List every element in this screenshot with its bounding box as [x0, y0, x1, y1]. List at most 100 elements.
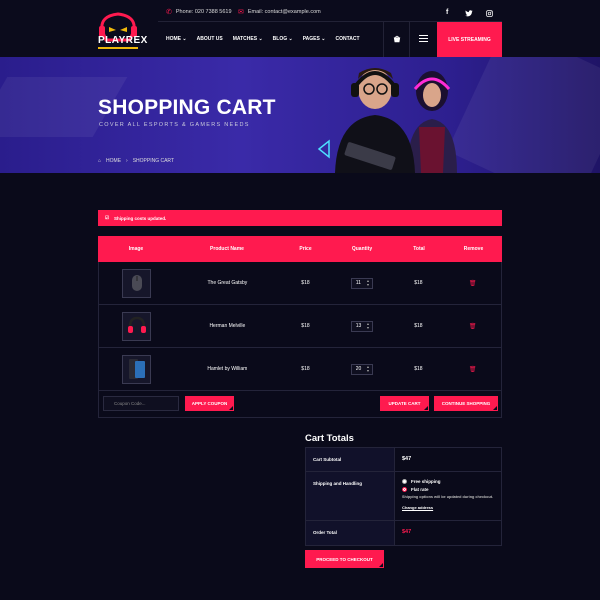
trash-icon[interactable]: 🗑	[469, 323, 477, 330]
nav-divider	[409, 22, 410, 57]
site-header: PLAYREX ✆ Phone: 020 7388 5619 ✉ Email: …	[0, 0, 600, 57]
chevron-down-icon: ⌄	[321, 36, 326, 42]
nav-home[interactable]: HOME ⌄	[166, 36, 187, 42]
chevron-down-icon: ⌄	[182, 36, 187, 42]
breadcrumb: ⌂ HOME › SHOPPING CART	[98, 158, 174, 164]
breadcrumb-home[interactable]: HOME	[106, 158, 121, 164]
top-contact-bar: ✆ Phone: 020 7388 5619 ✉ Email: contact@…	[158, 4, 508, 20]
radio-circle-icon	[402, 479, 407, 484]
cart-table: Image Product Name Price Quantity Total …	[98, 236, 502, 391]
email-contact: ✉ Email: contact@example.com	[238, 8, 321, 16]
order-total-row: Order Total $47	[306, 521, 501, 545]
mouse-icon	[131, 275, 142, 291]
trash-icon[interactable]: 🗑	[469, 366, 477, 373]
chevron-down-icon: ⌄	[288, 36, 293, 42]
col-remove: Remove	[463, 246, 484, 252]
shipping-row: Shipping and Handling Free shipping Flat…	[306, 472, 501, 521]
quantity-stepper[interactable]: 20 ▲ ▼	[350, 363, 373, 375]
update-cart-button[interactable]: UPDATE CART	[380, 396, 429, 411]
page-title: SHOPPING CART	[98, 96, 276, 119]
gamers-illustration	[317, 68, 457, 173]
main-nav: HOME ⌄ ABOUT US MATCHES ⌄ BLOG ⌄ PAGES ⌄…	[166, 36, 360, 42]
product-name[interactable]: Hamlet by William	[175, 366, 280, 372]
cart-totals-table: Cart Subtotal $47 Shipping and Handling …	[305, 447, 502, 546]
nav-blog-label: BLOG	[272, 36, 288, 42]
nav-blog[interactable]: BLOG ⌄	[273, 36, 293, 42]
nav-contact[interactable]: CONTACT	[335, 36, 359, 42]
continue-shopping-button[interactable]: CONTINUE SHOPPING	[434, 396, 498, 411]
cart-icon[interactable]	[393, 35, 401, 43]
envelope-icon: ✉	[238, 9, 244, 16]
quantity-stepper[interactable]: 11 ▲ ▼	[350, 277, 373, 289]
proceed-to-checkout-button[interactable]: PROCEED TO CHECKOUT	[305, 550, 384, 568]
notice-text: Shipping costs updated.	[114, 215, 167, 221]
cart-actions: Coupon Code... APPLY COUPON UPDATE CART …	[98, 389, 502, 418]
twitter-icon[interactable]	[465, 10, 473, 17]
hamburger-menu-icon[interactable]	[419, 35, 428, 42]
col-image: Image	[128, 246, 144, 252]
col-price: Price	[299, 246, 312, 252]
table-row: The Great Gatsby $18 11 ▲ ▼ $18 🗑	[98, 262, 502, 305]
stepper-arrows-icon[interactable]: ▲ ▼	[366, 322, 369, 331]
phone-icon	[128, 359, 145, 379]
col-product: Product Name	[210, 246, 244, 252]
radio-flat-rate[interactable]: Flat rate	[402, 487, 494, 492]
radio-selected-icon	[402, 487, 407, 492]
chevron-down-icon: ⌄	[258, 36, 263, 42]
product-thumbnail[interactable]	[122, 311, 152, 341]
subtotal-label: Cart Subtotal	[306, 448, 395, 471]
order-total-value: $47	[402, 529, 412, 535]
nav-matches[interactable]: MATCHES ⌄	[233, 36, 263, 42]
product-name[interactable]: The Great Gatsby	[175, 280, 280, 286]
table-header: Image Product Name Price Quantity Total …	[98, 236, 502, 262]
check-square-icon: ☑	[105, 215, 110, 220]
product-price: $18	[301, 280, 310, 286]
chevron-right-icon: ›	[126, 158, 128, 164]
table-row: Hamlet by William $18 20 ▲ ▼ $18 🗑	[98, 348, 502, 391]
subtotal-value: $47	[402, 456, 412, 462]
apply-coupon-button[interactable]: APPLY COUPON	[185, 396, 234, 411]
nav-pages-label: PAGES	[302, 36, 320, 42]
email-text[interactable]: Email: contact@example.com	[248, 9, 321, 15]
instagram-icon[interactable]	[486, 10, 493, 17]
phone-text: Phone: 020 7388 5619	[175, 9, 232, 15]
nav-about[interactable]: ABOUT US	[197, 36, 223, 42]
shipping-label: Shipping and Handling	[306, 472, 395, 520]
product-thumbnail[interactable]	[122, 268, 152, 298]
shipping-note: Shipping options will be updated during …	[402, 495, 494, 499]
col-quantity: Quantity	[351, 246, 373, 252]
quantity-value: 20	[355, 366, 362, 372]
coupon-input[interactable]: Coupon Code...	[103, 396, 179, 411]
headset-icon	[127, 316, 146, 333]
quantity-value: 13	[355, 323, 362, 329]
cart-totals-title: Cart Totals	[305, 433, 354, 444]
home-icon: ⌂	[98, 158, 102, 164]
product-total: $18	[414, 323, 423, 329]
subtotal-row: Cart Subtotal $47	[306, 448, 501, 472]
shipping-notice: ☑ Shipping costs updated.	[98, 210, 502, 226]
stepper-arrows-icon[interactable]: ▲ ▼	[366, 365, 369, 374]
product-price: $18	[301, 366, 310, 372]
product-name[interactable]: Herman Melville	[175, 323, 280, 329]
nav-matches-label: MATCHES	[232, 36, 258, 42]
facebook-icon[interactable]: f	[446, 9, 448, 16]
order-total-label: Order Total	[306, 521, 395, 545]
product-thumbnail[interactable]	[122, 354, 152, 384]
radio-free-shipping[interactable]: Free shipping	[402, 479, 494, 484]
change-address-link[interactable]: Change address	[402, 505, 494, 510]
phone-icon: ✆	[166, 9, 172, 16]
quantity-stepper[interactable]: 13 ▲ ▼	[350, 320, 373, 332]
hero-decoration	[446, 57, 600, 173]
shipping-options: Free shipping Flat rate Shipping options…	[395, 472, 501, 520]
product-price: $18	[301, 323, 310, 329]
page-subtitle: COVER ALL ESPORTS & GAMERS NEEDS	[99, 122, 250, 128]
nav-home-label: HOME	[166, 36, 181, 42]
live-streaming-button[interactable]: LIVE STREAMING	[437, 22, 502, 57]
nav-pages[interactable]: PAGES ⌄	[303, 36, 326, 42]
option-label: Flat rate	[411, 487, 429, 492]
stepper-arrows-icon[interactable]: ▲ ▼	[366, 279, 369, 288]
page-hero: SHOPPING CART COVER ALL ESPORTS & GAMERS…	[0, 57, 600, 173]
trash-icon[interactable]: 🗑	[469, 280, 477, 287]
product-total: $18	[414, 366, 423, 372]
phone-contact: ✆ Phone: 020 7388 5619	[166, 8, 232, 16]
